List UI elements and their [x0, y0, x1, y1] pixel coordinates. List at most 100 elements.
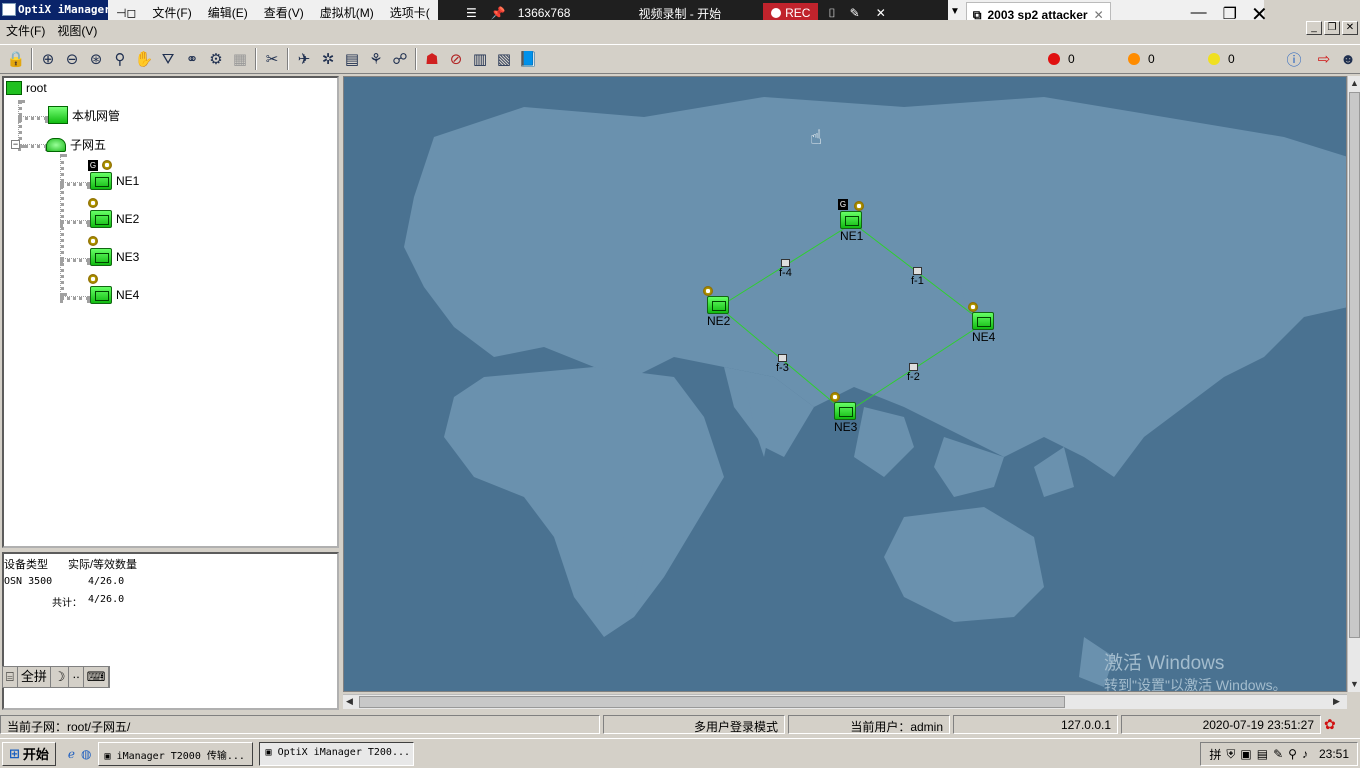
toolbar-separator	[287, 48, 289, 70]
config-icon[interactable]: ▤	[340, 47, 364, 71]
alarm-light-icon[interactable]: ☗	[420, 47, 444, 71]
ne-icon	[90, 172, 112, 190]
tree-ne-node[interactable]: NE3	[88, 236, 139, 266]
ne-icon	[90, 286, 112, 304]
menu-icon[interactable]: ☰	[466, 6, 477, 20]
tree-root[interactable]: root	[6, 81, 47, 95]
fiber-f4[interactable]: f-4	[779, 259, 792, 279]
map-horizontal-scrollbar[interactable]: ◀ ▶	[343, 694, 1347, 709]
scroll-thumb[interactable]	[1349, 92, 1360, 638]
path-icon[interactable]: ☍	[388, 47, 412, 71]
camera-icon[interactable]: ⌷	[828, 6, 835, 21]
filter-icon[interactable]: ⛛	[156, 47, 180, 71]
tray-icon[interactable]: ▤	[1257, 747, 1268, 761]
map-vertical-scrollbar[interactable]: ▲ ▼	[1347, 76, 1360, 692]
scroll-down-icon[interactable]: ▼	[1350, 679, 1359, 689]
info-icon[interactable]: ⓘ	[1282, 47, 1306, 71]
hand-icon[interactable]: ✋	[132, 47, 156, 71]
tree-ne-node[interactable]: NE2	[88, 198, 140, 228]
topology-map[interactable]: f-4 f-1 f-3 f-2 G NE1 NE2 NE3 NE4 ☝	[343, 76, 1347, 692]
topology-icon[interactable]: ✲	[316, 47, 340, 71]
tray-icon[interactable]: ✎	[1273, 747, 1283, 761]
binoculars-icon[interactable]: ⚭	[180, 47, 204, 71]
close-icon[interactable]: ✕	[876, 6, 886, 20]
clock: 23:51	[1318, 747, 1349, 761]
chevron-down-icon[interactable]: ▼	[950, 6, 960, 17]
disabled-icon: ▦	[232, 51, 248, 68]
volume-icon[interactable]: ♪	[1302, 747, 1308, 761]
taskbar-item-active[interactable]: ▣ OptiX iManager T200...	[258, 741, 414, 766]
shield-icon[interactable]: ⛨	[1226, 747, 1235, 762]
pin-icon[interactable]: ⊣◻	[108, 6, 144, 20]
search-icon[interactable]: ⚲	[108, 47, 132, 71]
tree-ne-label: NE1	[116, 174, 140, 188]
vm-menu-vm[interactable]: 虚拟机(M)	[312, 4, 382, 21]
alarm-minor[interactable]: 0	[1208, 52, 1235, 66]
report-icon[interactable]: ▧	[492, 47, 516, 71]
start-button[interactable]: ⊞ 开始	[2, 741, 56, 766]
fiber-f1[interactable]: f-1	[911, 267, 924, 287]
fiber-f2[interactable]: f-2	[907, 363, 920, 383]
exit-icon[interactable]: ⇨	[1312, 47, 1336, 71]
tree-local-nms[interactable]: 本机网管	[48, 106, 120, 124]
create-ne-icon[interactable]: ⚙	[204, 47, 228, 71]
ime-logo-icon[interactable]: ⌸	[3, 667, 18, 687]
network-icon[interactable]: ⚘	[364, 47, 388, 71]
scroll-thumb[interactable]	[359, 696, 1065, 708]
fiber-f3[interactable]: f-3	[776, 354, 789, 374]
tree-ne-node[interactable]: G NE1	[88, 160, 140, 190]
pen-icon[interactable]: ✎	[850, 6, 860, 20]
zoom-out-icon[interactable]: ⊖	[60, 47, 84, 71]
lock-icon[interactable]: 🔒	[4, 47, 28, 71]
map-ne-node[interactable]: NE3	[830, 392, 857, 434]
vm-menu-edit[interactable]: 编辑(E)	[200, 4, 256, 21]
menu-file[interactable]: 文件(F)	[0, 22, 51, 39]
collapse-icon[interactable]: −	[11, 140, 20, 149]
alarm-major[interactable]: 0	[1128, 52, 1155, 66]
tools-icon[interactable]: ✂	[260, 47, 284, 71]
moon-icon[interactable]: ☽	[51, 667, 70, 687]
stats-row-type: OSN 3500	[4, 576, 53, 587]
alarm-mute-icon[interactable]: ⊘	[444, 47, 468, 71]
network-tray-icon[interactable]: ▣	[1240, 747, 1251, 761]
map-ne-node[interactable]: G NE1	[838, 199, 864, 243]
performance-icon[interactable]: ▥	[468, 47, 492, 71]
vm-menu-view[interactable]: 查看(V)	[256, 4, 312, 21]
start-label: 开始	[22, 747, 49, 762]
current-subnet: 当前子网：root/子网五/	[0, 715, 600, 734]
tree-ne-node[interactable]: NE4	[88, 274, 139, 304]
quicklaunch-icon[interactable]: ◍	[81, 747, 91, 761]
menu-view[interactable]: 视图(V)	[51, 22, 103, 39]
scroll-left-icon[interactable]: ◀	[346, 696, 353, 707]
scroll-right-icon[interactable]: ▶	[1333, 696, 1340, 707]
tree-subnet[interactable]: − 子网五	[11, 136, 106, 153]
restore-icon[interactable]: ❐	[1324, 21, 1340, 35]
ime-toolbar: ⌸ 全拼 ☽ ∙∙ ⌨	[2, 666, 111, 688]
tray-icon[interactable]: ⚲	[1288, 747, 1297, 761]
zoom-fit-icon[interactable]: ⊛	[84, 47, 108, 71]
ime-tray-icon[interactable]: 拼	[1209, 746, 1221, 763]
server-time: 2020-07-19 23:51:27	[1121, 715, 1321, 734]
tree-ne-label: NE2	[116, 212, 140, 226]
ime-mode[interactable]: 全拼	[18, 667, 51, 687]
plane-icon[interactable]: ✈	[292, 47, 316, 71]
pin-icon[interactable]: 📌	[491, 6, 506, 20]
alarm-critical[interactable]: 0	[1048, 52, 1075, 66]
minimize-icon[interactable]: _	[1306, 21, 1322, 35]
tree-subnet-label: 子网五	[70, 138, 107, 152]
punct-icon[interactable]: ∙∙	[69, 667, 84, 687]
vm-menu-file[interactable]: 文件(F)	[144, 4, 199, 21]
map-ne-label: NE4	[972, 330, 996, 344]
vm-menu-tabs[interactable]: 选项卡(	[382, 4, 438, 21]
zoom-in-icon[interactable]: ⊕	[36, 47, 60, 71]
close-icon[interactable]: ✕	[1342, 21, 1358, 35]
map-ne-node[interactable]: NE2	[703, 286, 730, 328]
gear-icon	[88, 198, 98, 208]
map-ne-node[interactable]: NE4	[968, 302, 996, 344]
user-icon[interactable]: ☻	[1336, 47, 1360, 71]
help-book-icon[interactable]: 📘	[516, 47, 540, 71]
keyboard-icon[interactable]: ⌨	[84, 667, 110, 687]
ie-icon[interactable]: ℯ	[68, 747, 75, 761]
taskbar-item[interactable]: ▣ iManager T2000 传输...	[97, 741, 253, 766]
scroll-up-icon[interactable]: ▲	[1350, 78, 1359, 88]
